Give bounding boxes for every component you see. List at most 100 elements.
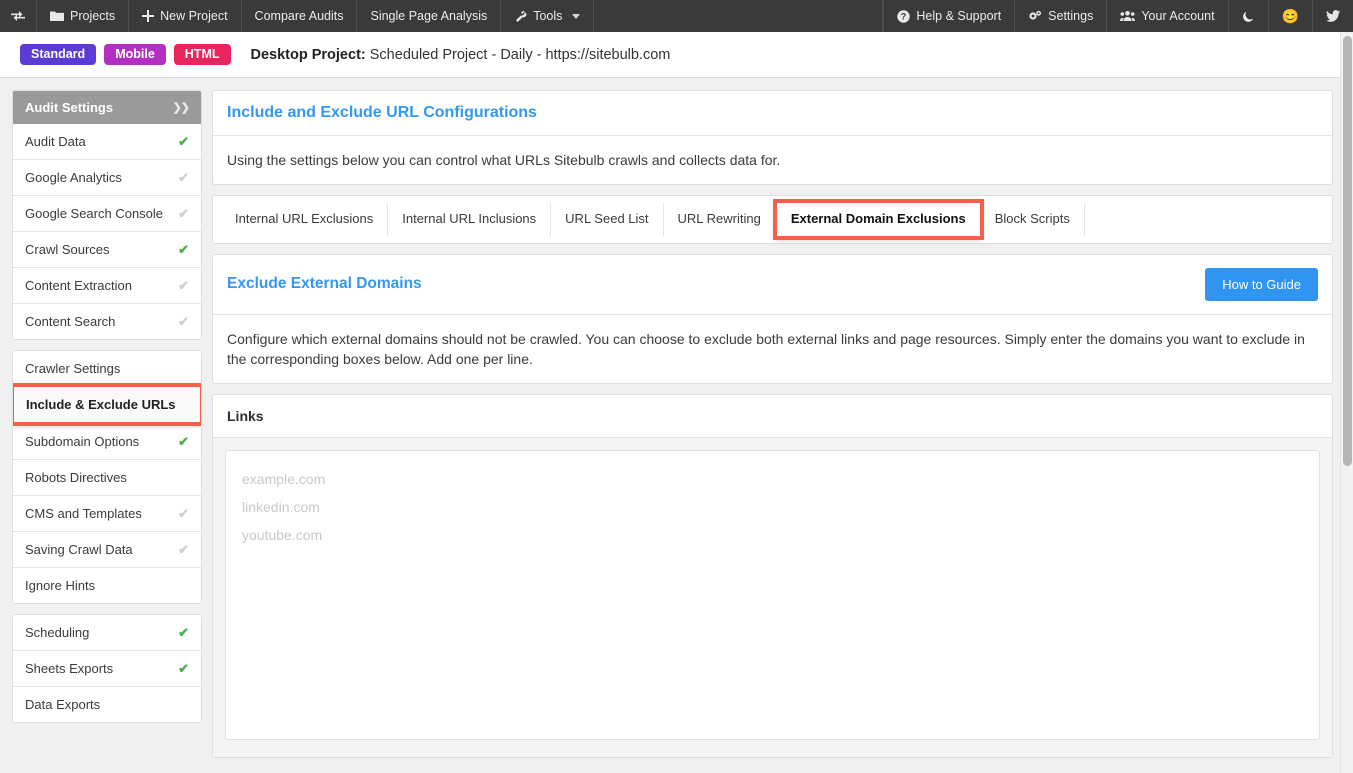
intro-panel: Include and Exclude URL Configurations U… bbox=[212, 90, 1333, 186]
sidebar-item-sheets-exports[interactable]: Sheets Exports ✔ bbox=[13, 650, 201, 686]
sidebar-item-audit-data[interactable]: Audit Data ✔ bbox=[13, 124, 201, 159]
project-header-bar: Standard Mobile HTML Desktop Project: Sc… bbox=[0, 32, 1345, 78]
tab-internal-url-exclusions[interactable]: Internal URL Exclusions bbox=[221, 203, 389, 236]
links-panel: Links bbox=[212, 394, 1333, 759]
sidebar-item-data-exports[interactable]: Data Exports bbox=[13, 686, 201, 722]
sidebar-item-crawler-settings[interactable]: Crawler Settings bbox=[13, 351, 201, 386]
navbar-spacer bbox=[594, 0, 884, 32]
sidebar-item-label: Data Exports bbox=[25, 697, 101, 712]
excluded-domains-textarea[interactable] bbox=[225, 450, 1320, 741]
twitter-link[interactable] bbox=[1312, 0, 1353, 32]
sidebar-item-subdomain-options[interactable]: Subdomain Options ✔ bbox=[13, 423, 201, 459]
sidebar-item-label: Audit Data bbox=[25, 134, 86, 149]
page-title: Desktop Project: Scheduled Project - Dai… bbox=[251, 47, 671, 63]
nav-item-tools[interactable]: Tools bbox=[501, 0, 595, 32]
check-icon: ✔ bbox=[178, 134, 189, 149]
tab-block-scripts[interactable]: Block Scripts bbox=[980, 203, 1085, 236]
folder-icon bbox=[50, 10, 64, 22]
nav-label: Help & Support bbox=[916, 9, 1002, 23]
page-body: Audit Settings ❯❯ Audit Data ✔ Google An… bbox=[0, 78, 1345, 769]
users-icon bbox=[1120, 10, 1136, 22]
sidebar-item-cms-and-templates[interactable]: CMS and Templates ✔ bbox=[13, 495, 201, 531]
tab-url-seed-list[interactable]: URL Seed List bbox=[551, 203, 664, 236]
sidebar-item-google-analytics[interactable]: Google Analytics ✔ bbox=[13, 159, 201, 195]
links-textarea-wrapper bbox=[213, 438, 1332, 758]
sidebar-item-content-search[interactable]: Content Search ✔ bbox=[13, 303, 201, 339]
tab-bar: Internal URL Exclusions Internal URL Inc… bbox=[212, 195, 1333, 244]
exclude-external-domains-panel: Exclude External Domains How to Guide Co… bbox=[212, 253, 1333, 385]
tab-external-domain-exclusions[interactable]: External Domain Exclusions bbox=[772, 199, 984, 240]
badge-mobile: Mobile bbox=[104, 43, 166, 66]
sidebar-item-saving-crawl-data[interactable]: Saving Crawl Data ✔ bbox=[13, 531, 201, 567]
svg-text:?: ? bbox=[901, 11, 907, 21]
sidebar-group-crawler: Crawler Settings Include & Exclude URLs … bbox=[12, 350, 202, 604]
check-icon: ✔ bbox=[178, 434, 189, 449]
sidebar-item-label: Robots Directives bbox=[25, 470, 127, 485]
nav-label: Your Account bbox=[1141, 9, 1215, 23]
nav-item-your-account[interactable]: Your Account bbox=[1106, 0, 1227, 32]
navbar-right-group: ? Help & Support Settings Your Account 😊 bbox=[883, 0, 1353, 32]
nav-item-new-project[interactable]: New Project bbox=[129, 0, 242, 32]
sidebar-item-label: Crawler Settings bbox=[25, 361, 121, 376]
question-circle-icon: ? bbox=[897, 9, 911, 23]
check-icon: ✔ bbox=[178, 242, 189, 257]
twitter-bird-icon bbox=[1326, 10, 1340, 22]
intro-panel-body: Using the settings below you can control… bbox=[227, 152, 781, 168]
sidebar-item-crawl-sources[interactable]: Crawl Sources ✔ bbox=[13, 231, 201, 267]
project-title-value: Scheduled Project - Daily - https://site… bbox=[369, 46, 671, 63]
sidebar-item-label: Scheduling bbox=[25, 625, 90, 640]
double-chevron-down-icon: ❯❯ bbox=[172, 102, 190, 114]
sidebar-item-google-search-console[interactable]: Google Search Console ✔ bbox=[13, 195, 201, 231]
sidebar-item-label: CMS and Templates bbox=[25, 506, 142, 521]
exclude-panel-header: Exclude External Domains How to Guide bbox=[213, 255, 1332, 315]
feedback-emoji-button[interactable]: 😊 bbox=[1267, 0, 1312, 32]
check-icon: ✔ bbox=[178, 206, 189, 221]
nav-item-projects[interactable]: Projects bbox=[37, 0, 130, 32]
nav-item-help-support[interactable]: ? Help & Support bbox=[883, 0, 1014, 32]
swap-projects-button[interactable] bbox=[0, 0, 37, 32]
sidebar-item-label: Saving Crawl Data bbox=[25, 542, 133, 557]
intro-panel-title: Include and Exclude URL Configurations bbox=[227, 104, 537, 121]
check-icon: ✔ bbox=[178, 661, 189, 676]
sidebar-item-content-extraction[interactable]: Content Extraction ✔ bbox=[13, 267, 201, 303]
badge-standard: Standard bbox=[20, 43, 97, 66]
sidebar-group-exports: Scheduling ✔ Sheets Exports ✔ Data Expor… bbox=[12, 614, 202, 723]
nav-item-compare-audits[interactable]: Compare Audits bbox=[242, 0, 358, 32]
sidebar-header-label: Audit Settings bbox=[25, 100, 114, 115]
project-type-label: Desktop Project: bbox=[250, 46, 366, 63]
sidebar-item-label: Subdomain Options bbox=[25, 434, 140, 449]
sidebar-group-audit-settings: Audit Settings ❯❯ Audit Data ✔ Google An… bbox=[12, 90, 202, 340]
nav-label: Compare Audits bbox=[254, 9, 344, 23]
sidebar: Audit Settings ❯❯ Audit Data ✔ Google An… bbox=[12, 90, 202, 733]
exchange-arrows-icon bbox=[11, 10, 25, 22]
tab-internal-url-inclusions[interactable]: Internal URL Inclusions bbox=[388, 203, 552, 236]
badge-html: HTML bbox=[173, 43, 231, 66]
check-icon: ✔ bbox=[178, 625, 189, 640]
nav-label: Tools bbox=[533, 9, 563, 23]
exclude-panel-title: Exclude External Domains bbox=[227, 275, 422, 293]
sidebar-item-label: Sheets Exports bbox=[25, 661, 114, 676]
check-icon: ✔ bbox=[178, 278, 189, 293]
sidebar-item-label: Ignore Hints bbox=[25, 578, 96, 593]
gears-icon bbox=[1028, 10, 1042, 23]
page-scrollbar-thumb[interactable] bbox=[1343, 36, 1352, 466]
sidebar-item-include-exclude-urls[interactable]: Include & Exclude URLs bbox=[13, 383, 201, 426]
top-navbar: Projects New Project Compare Audits Sing… bbox=[0, 0, 1353, 32]
tab-url-rewriting[interactable]: URL Rewriting bbox=[663, 203, 776, 236]
nav-label: Settings bbox=[1048, 9, 1094, 23]
sidebar-item-label: Content Extraction bbox=[25, 278, 132, 293]
dark-mode-toggle[interactable] bbox=[1227, 0, 1268, 32]
nav-item-single-page-analysis[interactable]: Single Page Analysis bbox=[357, 0, 502, 32]
sidebar-item-robots-directives[interactable]: Robots Directives bbox=[13, 459, 201, 495]
sidebar-item-label: Content Search bbox=[25, 314, 116, 329]
sidebar-item-label: Crawl Sources bbox=[25, 242, 110, 257]
exclude-panel-body: Configure which external domains should … bbox=[227, 330, 1305, 367]
sidebar-item-scheduling[interactable]: Scheduling ✔ bbox=[13, 615, 201, 650]
sidebar-item-ignore-hints[interactable]: Ignore Hints bbox=[13, 567, 201, 603]
nav-label: Projects bbox=[70, 9, 116, 23]
how-to-guide-button[interactable]: How to Guide bbox=[1205, 267, 1318, 301]
sidebar-header-audit-settings[interactable]: Audit Settings ❯❯ bbox=[13, 91, 201, 124]
page-scrollbar-track[interactable] bbox=[1340, 32, 1353, 773]
check-icon: ✔ bbox=[178, 170, 189, 185]
nav-item-settings[interactable]: Settings bbox=[1014, 0, 1106, 32]
